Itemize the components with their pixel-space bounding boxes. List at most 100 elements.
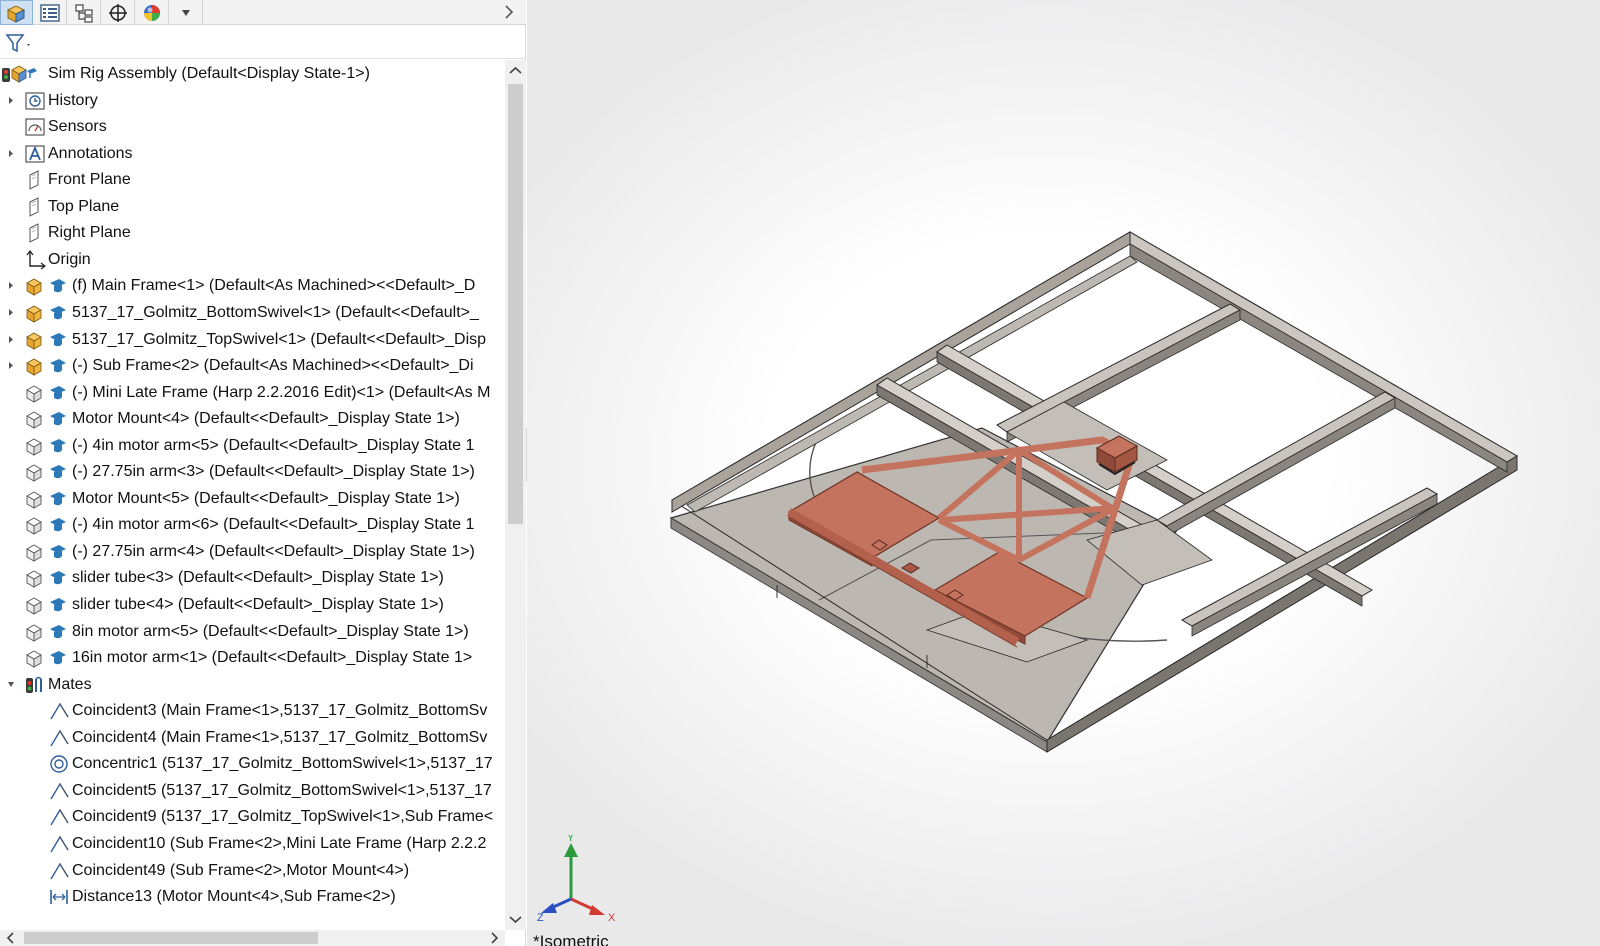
tree-item[interactable]: Coincident49 (Sub Frame<2>,Motor Mount<4…: [0, 857, 505, 884]
filter-button[interactable]: [4, 31, 34, 55]
part-icon: [24, 621, 68, 643]
part-icon: [24, 567, 68, 589]
expand-toggle[interactable]: [6, 140, 16, 167]
tree-item[interactable]: 5137_17_Golmitz_BottomSwivel<1> (Default…: [0, 299, 505, 326]
chevron-down-icon: [509, 916, 522, 924]
expand-toggle[interactable]: [6, 326, 16, 353]
tree-item[interactable]: Top Plane: [0, 193, 505, 220]
tab-propertymanager[interactable]: [34, 0, 67, 25]
axis-triad-icon: Y X Z: [537, 832, 616, 924]
scroll-thumb[interactable]: [508, 84, 523, 524]
expand-toggle[interactable]: [6, 87, 16, 114]
part-icon: [24, 435, 68, 457]
collapse-panel-button[interactable]: [500, 2, 518, 22]
tree-item[interactable]: (-) 4in motor arm<5> (Default<<Default>_…: [0, 432, 505, 459]
part-icon: [24, 382, 68, 404]
tree-item[interactable]: Motor Mount<4> (Default<<Default>_Displa…: [0, 405, 505, 432]
coincident-mate-icon: [48, 860, 70, 882]
tree-item-label: Concentric1 (5137_17_Golmitz_BottomSwive…: [72, 755, 493, 773]
subassembly-icon: [24, 302, 68, 324]
scroll-left-button[interactable]: [0, 930, 22, 946]
tree-item-label: Mates: [48, 675, 92, 693]
tree-item[interactable]: (-) Mini Late Frame (Harp 2.2.2016 Edit)…: [0, 379, 505, 406]
triad-z-label: Z: [537, 912, 544, 924]
expand-toggle[interactable]: [6, 272, 16, 299]
tree-item[interactable]: (f) Main Frame<1> (Default<As Machined><…: [0, 272, 505, 299]
3d-model-view[interactable]: [527, 0, 1600, 946]
scroll-up-button[interactable]: [505, 60, 526, 82]
tree-item[interactable]: Coincident9 (5137_17_Golmitz_TopSwivel<1…: [0, 803, 505, 830]
tree-horizontal-scrollbar[interactable]: [0, 930, 505, 946]
tree-item-label: slider tube<3> (Default<<Default>_Displa…: [72, 569, 444, 587]
tree-item[interactable]: Coincident5 (5137_17_Golmitz_BottomSwive…: [0, 777, 505, 804]
distance-mate-icon: [48, 886, 70, 908]
tree-item[interactable]: Coincident3 (Main Frame<1>,5137_17_Golmi…: [0, 697, 505, 724]
tree-item[interactable]: Coincident10 (Sub Frame<2>,Mini Late Fra…: [0, 830, 505, 857]
tree-item-label: 8in motor arm<5> (Default<<Default>_Disp…: [72, 622, 469, 640]
tree-item[interactable]: Mates: [0, 671, 505, 698]
filter-funnel-icon: [5, 34, 30, 53]
tree-item[interactable]: Sim Rig Assembly (Default<Display State-…: [0, 60, 505, 87]
collapse-toggle[interactable]: [6, 671, 16, 698]
tree-item-label: 16in motor arm<1> (Default<<Default>_Dis…: [72, 649, 473, 667]
concentric-mate-icon: [48, 753, 70, 775]
tree-item[interactable]: (-) Sub Frame<2> (Default<As Machined><<…: [0, 352, 505, 379]
filter-row: [0, 26, 526, 59]
tree-item[interactable]: Concentric1 (5137_17_Golmitz_BottomSwive…: [0, 750, 505, 777]
part-icon: [24, 541, 68, 563]
tree-item-label: Coincident49 (Sub Frame<2>,Motor Mount<4…: [72, 861, 410, 879]
scroll-down-button[interactable]: [505, 908, 526, 930]
tab-more-dropdown[interactable]: [170, 0, 203, 25]
tree-item[interactable]: 5137_17_Golmitz_TopSwivel<1> (Default<<D…: [0, 326, 505, 353]
color-sphere-icon: [144, 4, 160, 21]
tree-item-label: (-) 27.75in arm<4> (Default<<Default>_Di…: [72, 542, 475, 560]
expand-toggle[interactable]: [6, 299, 16, 326]
chevron-up-icon: [509, 66, 522, 74]
origin-icon: [24, 249, 46, 271]
tree-item-label: Sim Rig Assembly (Default<Display State-…: [48, 65, 370, 82]
tree-item-label: Coincident10 (Sub Frame<2>,Mini Late Fra…: [72, 834, 487, 852]
coincident-mate-icon: [48, 700, 70, 722]
tree-item[interactable]: Motor Mount<5> (Default<<Default>_Displa…: [0, 485, 505, 512]
expand-toggle[interactable]: [6, 352, 16, 379]
triad-x-label: X: [608, 912, 616, 924]
tab-featuremanager-tree[interactable]: [0, 0, 33, 25]
history-icon: [24, 90, 46, 112]
tree-item[interactable]: (-) 27.75in arm<3> (Default<<Default>_Di…: [0, 458, 505, 485]
chevron-right-icon: [491, 932, 499, 944]
tree-item[interactable]: slider tube<3> (Default<<Default>_Displa…: [0, 564, 505, 591]
sensors-icon: [24, 116, 46, 138]
coincident-mate-icon: [48, 780, 70, 802]
horizontal-scroll-thumb[interactable]: [24, 932, 318, 944]
tree-item-label: (-) Sub Frame<2> (Default<As Machined><<…: [72, 357, 474, 375]
tree-item[interactable]: (-) 4in motor arm<6> (Default<<Default>_…: [0, 511, 505, 538]
tree-item[interactable]: Annotations: [0, 140, 505, 167]
tree-item-label: Coincident9 (5137_17_Golmitz_TopSwivel<1…: [72, 808, 494, 826]
tree-item[interactable]: Distance13 (Motor Mount<4>,Sub Frame<2>): [0, 883, 505, 910]
tree-item[interactable]: Right Plane: [0, 219, 505, 246]
annotations-icon: [24, 143, 46, 165]
property-list-icon: [40, 3, 60, 22]
tree-item[interactable]: Front Plane: [0, 166, 505, 193]
tree-item[interactable]: History: [0, 87, 505, 114]
scroll-right-button[interactable]: [483, 930, 505, 946]
assembly-root-icon: [1, 63, 37, 85]
tab-configurationmanager[interactable]: [68, 0, 101, 25]
tree-item[interactable]: 16in motor arm<1> (Default<<Default>_Dis…: [0, 644, 505, 671]
part-icon: [24, 461, 68, 483]
tree-item-label: History: [48, 91, 98, 109]
tree-vertical-scrollbar[interactable]: [505, 60, 526, 930]
tree-item[interactable]: Coincident4 (Main Frame<1>,5137_17_Golmi…: [0, 724, 505, 751]
tree-item[interactable]: Origin: [0, 246, 505, 273]
tree-item[interactable]: 8in motor arm<5> (Default<<Default>_Disp…: [0, 618, 505, 645]
tree-item-label: Distance13 (Motor Mount<4>,Sub Frame<2>): [72, 888, 396, 906]
tab-dimxpertmanager[interactable]: [102, 0, 135, 25]
part-icon: [24, 647, 68, 669]
tree-item-label: Coincident5 (5137_17_Golmitz_BottomSwive…: [72, 781, 492, 799]
graphics-viewport[interactable]: Y X Z *Isometric: [527, 0, 1600, 946]
tab-displaymanager[interactable]: [136, 0, 169, 25]
tree-item[interactable]: slider tube<4> (Default<<Default>_Displa…: [0, 591, 505, 618]
tree-item[interactable]: Sensors: [0, 113, 505, 140]
tree-item[interactable]: (-) 27.75in arm<4> (Default<<Default>_Di…: [0, 538, 505, 565]
feature-manager-panel: Sim Rig Assembly (Default<Display State-…: [0, 0, 526, 946]
